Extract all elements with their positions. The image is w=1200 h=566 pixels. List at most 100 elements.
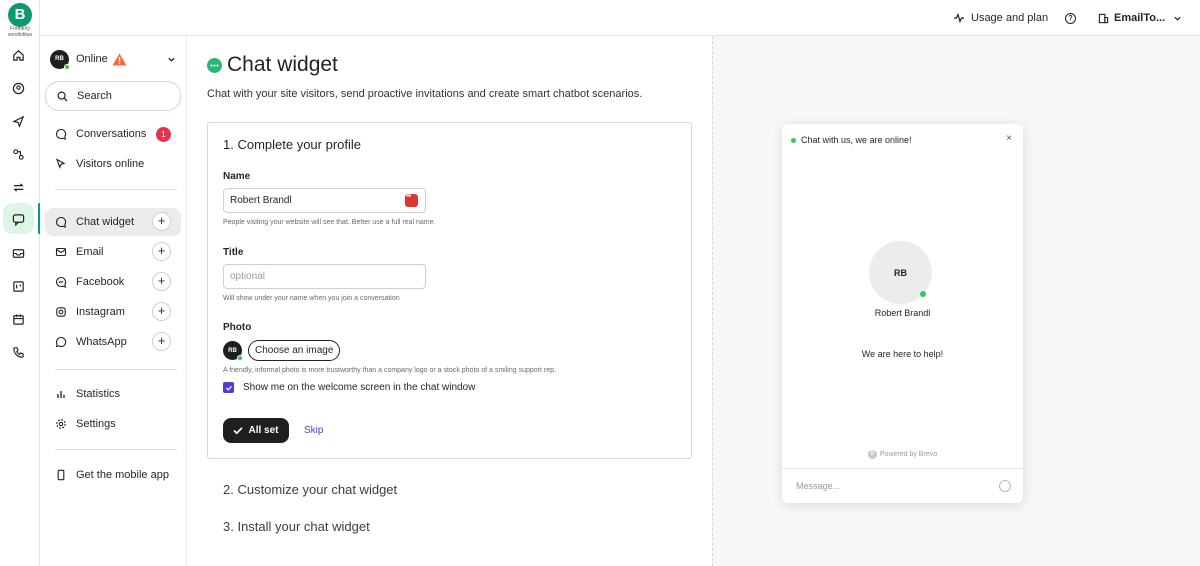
show-me-checkbox[interactable]: [223, 382, 234, 393]
sidebar-item-settings[interactable]: Settings: [45, 410, 181, 438]
add-instagram-button[interactable]: +: [152, 302, 171, 321]
home-icon[interactable]: [8, 45, 28, 65]
sidebar-item-label: Facebook: [76, 276, 125, 288]
sidebar-item-email[interactable]: Email +: [45, 238, 181, 266]
inbox-icon[interactable]: [8, 243, 28, 263]
agent-name: Robert Brandl: [874, 308, 931, 318]
online-dot: [791, 137, 796, 143]
sidebar-item-label: Instagram: [76, 306, 125, 318]
sidebar-item-visitors-online[interactable]: Visitors online: [45, 150, 181, 178]
sidebar-item-mobile-app[interactable]: Get the mobile app: [45, 461, 181, 489]
sidebar-item-label: WhatsApp: [76, 336, 127, 348]
meetings-icon[interactable]: [8, 309, 28, 329]
crm-icon[interactable]: [8, 276, 28, 296]
activity-icon: [953, 12, 965, 24]
page-subtitle: Chat with your site visitors, send proac…: [207, 88, 643, 100]
sidebar-item-conversations[interactable]: Conversations 1: [45, 120, 181, 148]
search-label: Search: [77, 90, 112, 102]
building-icon: [1098, 13, 1109, 24]
contacts-icon[interactable]: [8, 78, 28, 98]
whatsapp-icon: [55, 336, 67, 348]
logo-subtitle: Formerly sendinblue: [7, 26, 33, 38]
skip-link[interactable]: Skip: [304, 425, 323, 436]
add-chat-widget-button[interactable]: +: [152, 212, 171, 231]
title-hint: Will show under your name when you join …: [223, 295, 400, 302]
chevron-down-icon: [1173, 14, 1182, 23]
powered-by: B Powered by Brevo: [782, 450, 1023, 459]
add-whatsapp-button[interactable]: +: [152, 332, 171, 351]
mobile-phone-icon: [55, 469, 67, 481]
name-label: Name: [223, 171, 251, 182]
automations-icon[interactable]: [8, 144, 28, 164]
sidebar-item-label: Visitors online: [76, 158, 145, 170]
sidebar-divider: [55, 449, 177, 450]
availability-status[interactable]: RB Online: [50, 48, 176, 70]
help-button[interactable]: ?: [1065, 0, 1076, 36]
sidebar-item-label: Email: [76, 246, 104, 258]
sidebar-item-facebook[interactable]: Facebook +: [45, 268, 181, 296]
checkmark-icon: [233, 426, 244, 435]
name-field[interactable]: Robert Brandl: [223, 188, 426, 213]
chevron-down-icon: [167, 55, 176, 64]
brevo-small-logo: B: [867, 450, 877, 459]
chat-bubble-icon: [55, 128, 67, 140]
online-dot: [237, 355, 243, 361]
online-dot: [920, 291, 926, 297]
top-bar: Usage and plan ? EmailTo...: [40, 0, 1200, 36]
chat-icon: [55, 216, 67, 228]
title-field[interactable]: optional: [223, 264, 426, 289]
title-label: Title: [223, 247, 244, 258]
add-facebook-button[interactable]: +: [152, 272, 171, 291]
unread-count-badge: 1: [156, 126, 171, 142]
instagram-icon: [55, 306, 67, 318]
account-label: EmailTo...: [1114, 12, 1166, 24]
welcome-message: We are here to help!: [861, 349, 944, 359]
help-icon: ?: [1065, 12, 1076, 24]
emoji-icon[interactable]: [999, 480, 1011, 492]
close-icon[interactable]: ×: [1006, 133, 1012, 144]
widget-preview-panel: Chat with us, we are online! × RB Robert…: [712, 36, 1200, 566]
step-3-install[interactable]: 3. Install your chat widget: [223, 519, 370, 534]
password-manager-icon[interactable]: [405, 193, 418, 207]
widget-header: Chat with us, we are online!: [791, 135, 912, 145]
conversations-icon[interactable]: [8, 209, 28, 229]
conversations-sidebar: RB Online Search Conversations 1 Visitor…: [40, 36, 187, 566]
status-label: Online: [76, 53, 108, 65]
sidebar-divider: [55, 189, 177, 190]
sidebar-divider: [55, 369, 177, 370]
usage-and-plan-link[interactable]: Usage and plan: [953, 0, 1048, 36]
sidebar-item-instagram[interactable]: Instagram +: [45, 298, 181, 326]
agent-avatar: RB: [869, 241, 932, 304]
campaigns-icon[interactable]: [8, 111, 28, 131]
sidebar-item-whatsapp[interactable]: WhatsApp +: [45, 328, 181, 356]
phone-icon[interactable]: [8, 342, 28, 362]
chat-widget-setup: Chat widget Chat with your site visitors…: [188, 36, 712, 566]
step-1-title: 1. Complete your profile: [223, 137, 362, 152]
avatar: RB: [50, 49, 70, 70]
chat-widget-preview: Chat with us, we are online! × RB Robert…: [782, 124, 1023, 503]
transactional-icon[interactable]: [8, 177, 28, 197]
app-rail: B Formerly sendinblue: [0, 0, 41, 566]
add-email-button[interactable]: +: [152, 242, 171, 261]
show-me-label: Show me on the welcome screen in the cha…: [243, 382, 476, 393]
message-input[interactable]: Message...: [782, 468, 1023, 503]
search-button[interactable]: Search: [45, 81, 181, 111]
sidebar-item-label: Chat widget: [76, 216, 135, 228]
brevo-logo[interactable]: B: [8, 3, 32, 27]
sidebar-item-statistics[interactable]: Statistics: [45, 380, 181, 408]
chat-widget-icon: [207, 57, 222, 73]
all-set-button[interactable]: All set: [223, 418, 289, 443]
account-menu[interactable]: EmailTo...: [1098, 0, 1182, 36]
name-hint: People visiting your website will see th…: [223, 219, 436, 226]
bar-chart-icon: [55, 388, 67, 400]
sidebar-item-chat-widget[interactable]: Chat widget +: [45, 208, 181, 236]
search-icon: [57, 91, 68, 102]
step-2-customize[interactable]: 2. Customize your chat widget: [223, 482, 397, 497]
photo-hint: A friendly, informal photo is more trust…: [223, 367, 556, 374]
photo-row: RB Choose an image: [223, 340, 341, 361]
online-dot: [64, 63, 70, 70]
choose-image-button[interactable]: Choose an image: [248, 340, 341, 361]
complete-profile-card: 1. Complete your profile Name Robert Bra…: [207, 122, 692, 459]
mail-icon: [55, 246, 67, 258]
photo-avatar: RB: [223, 341, 243, 361]
